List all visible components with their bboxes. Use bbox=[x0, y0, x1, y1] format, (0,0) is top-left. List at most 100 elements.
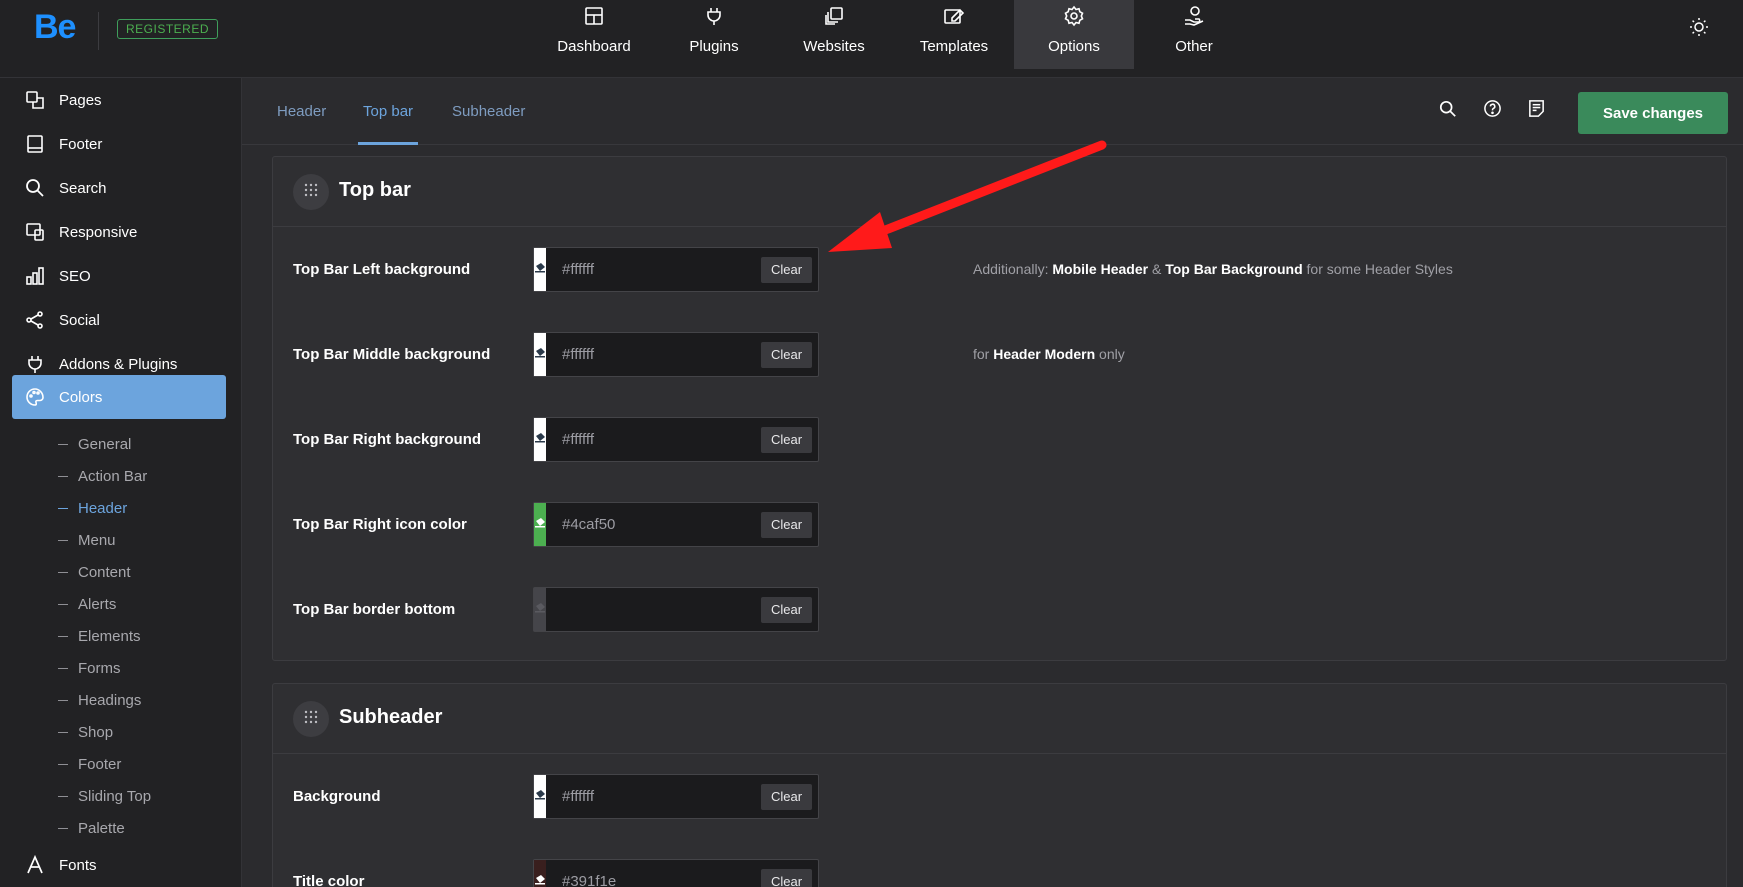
sidebar-subitem-footer[interactable]: Footer bbox=[58, 753, 121, 775]
nav-label: Templates bbox=[919, 38, 989, 55]
nav-plugins[interactable]: Plugins bbox=[654, 0, 774, 69]
tab-top-bar[interactable]: Top bar bbox=[357, 78, 419, 145]
dash bbox=[58, 507, 68, 509]
sidebar-item-label: Search bbox=[59, 179, 107, 197]
nav-label: Plugins bbox=[689, 38, 739, 55]
color-swatch[interactable] bbox=[534, 860, 546, 887]
color-swatch[interactable] bbox=[534, 775, 546, 818]
sidebar-subitem-content[interactable]: Content bbox=[58, 561, 131, 583]
sidebar-subitem-sliding-top[interactable]: Sliding Top bbox=[58, 785, 151, 807]
clear-button[interactable]: Clear bbox=[761, 596, 813, 623]
color-swatch[interactable] bbox=[534, 333, 546, 376]
hex-input[interactable] bbox=[546, 588, 761, 631]
logo[interactable]: Be bbox=[34, 8, 76, 47]
sidebar-subitem-forms[interactable]: Forms bbox=[58, 657, 121, 679]
color-picker-top-bar-left: Clear bbox=[533, 247, 819, 292]
nav-templates[interactable]: Templates bbox=[894, 0, 1014, 69]
search-icon bbox=[1439, 100, 1457, 123]
sidebar-subitem-elements[interactable]: Elements bbox=[58, 625, 141, 647]
color-swatch[interactable] bbox=[534, 588, 546, 631]
clear-button[interactable]: Clear bbox=[761, 426, 813, 453]
sidebar-item-search[interactable]: Search bbox=[12, 166, 226, 210]
nav-dashboard[interactable]: Dashboard bbox=[534, 0, 654, 69]
sidebar-item-colors[interactable]: Colors bbox=[12, 375, 226, 419]
font-icon bbox=[24, 854, 46, 876]
sidebar-subitem-headings[interactable]: Headings bbox=[58, 689, 141, 711]
hex-input[interactable] bbox=[546, 503, 761, 546]
sidebar-subitem-action-bar[interactable]: Action Bar bbox=[58, 465, 147, 487]
hex-input[interactable] bbox=[546, 418, 761, 461]
sidebar-subitem-shop[interactable]: Shop bbox=[58, 721, 113, 743]
grid-dots-icon bbox=[304, 183, 318, 202]
search-button[interactable] bbox=[1437, 100, 1459, 122]
search-icon bbox=[24, 177, 46, 199]
theme-toggle[interactable] bbox=[1686, 16, 1712, 42]
drag-handle[interactable] bbox=[293, 701, 329, 737]
notes-button[interactable] bbox=[1525, 100, 1547, 122]
sidebar-subitem-palette[interactable]: Palette bbox=[58, 817, 125, 839]
color-swatch[interactable] bbox=[534, 248, 546, 291]
subitem-label: Palette bbox=[78, 819, 125, 837]
dash bbox=[58, 635, 68, 637]
subitem-label: General bbox=[78, 435, 132, 453]
dash bbox=[58, 571, 68, 573]
sidebar-item-social[interactable]: Social bbox=[12, 298, 226, 342]
sidebar-item-label: Responsive bbox=[59, 223, 138, 241]
drag-handle[interactable] bbox=[293, 174, 329, 210]
gear-icon bbox=[1062, 4, 1086, 28]
nav-label: Other bbox=[1175, 38, 1213, 55]
sidebar-item-label: Fonts bbox=[59, 856, 97, 874]
sidebar-subitem-general[interactable]: General bbox=[58, 433, 131, 455]
hex-input[interactable] bbox=[546, 333, 761, 376]
dash bbox=[58, 603, 68, 605]
clear-button[interactable]: Clear bbox=[761, 868, 813, 887]
nav-websites[interactable]: Websites bbox=[774, 0, 894, 69]
nav-options[interactable]: Options bbox=[1014, 0, 1134, 69]
sidebar-subitem-menu[interactable]: Menu bbox=[58, 529, 116, 551]
divider bbox=[98, 12, 99, 50]
sidebar-item-seo[interactable]: SEO bbox=[12, 254, 226, 298]
other-icon bbox=[1182, 4, 1206, 28]
top-navigation: Be REGISTERED Dashboard Plugins Websites bbox=[0, 0, 1743, 78]
hex-input[interactable] bbox=[546, 775, 761, 818]
subitem-label: Content bbox=[78, 563, 131, 581]
sidebar-item-responsive[interactable]: Responsive bbox=[12, 210, 226, 254]
clear-button[interactable]: Clear bbox=[761, 341, 813, 368]
subitem-label: Forms bbox=[78, 659, 121, 677]
sun-icon bbox=[1689, 17, 1709, 42]
subitem-label: Sliding Top bbox=[78, 787, 152, 805]
save-changes-button[interactable]: Save changes bbox=[1578, 92, 1728, 134]
help-button[interactable] bbox=[1481, 100, 1503, 122]
paint-bucket-icon bbox=[534, 788, 546, 806]
color-picker-top-bar-right-icon: Clear bbox=[533, 502, 819, 547]
nav-other[interactable]: Other bbox=[1134, 0, 1254, 69]
paint-bucket-icon bbox=[534, 873, 546, 887]
dash bbox=[58, 443, 68, 445]
hex-input[interactable] bbox=[546, 248, 761, 291]
subitem-label: Menu bbox=[78, 531, 116, 549]
color-swatch[interactable] bbox=[534, 503, 546, 546]
clear-button[interactable]: Clear bbox=[761, 783, 813, 810]
sidebar-item-footer[interactable]: Footer bbox=[12, 122, 226, 166]
clear-button[interactable]: Clear bbox=[761, 511, 813, 538]
grid-dots-icon bbox=[304, 710, 318, 729]
sidebar-item-pages[interactable]: Pages bbox=[12, 78, 226, 122]
sidebar-item-label: Social bbox=[59, 311, 100, 329]
sidebar-item-label: Addons & Plugins bbox=[59, 355, 178, 373]
panel-subheader: Subheader Background Clear Title color C… bbox=[272, 683, 1727, 887]
hex-input[interactable] bbox=[546, 860, 761, 887]
sidebar-subitem-alerts[interactable]: Alerts bbox=[58, 593, 116, 615]
sidebar-item-fonts[interactable]: Fonts bbox=[12, 843, 226, 887]
paint-bucket-icon bbox=[534, 261, 546, 279]
sidebar-subitem-header[interactable]: Header bbox=[58, 497, 127, 519]
color-picker-top-bar-border-bottom: Clear bbox=[533, 587, 819, 632]
subitem-label: Footer bbox=[78, 755, 122, 773]
tab-subheader[interactable]: Subheader bbox=[452, 78, 525, 145]
subitem-label: Header bbox=[78, 499, 128, 517]
subitem-label: Action Bar bbox=[78, 467, 148, 485]
tab-header[interactable]: Header bbox=[277, 78, 326, 145]
help-icon bbox=[1483, 99, 1502, 123]
color-swatch[interactable] bbox=[534, 418, 546, 461]
dash bbox=[58, 475, 68, 477]
dash bbox=[58, 539, 68, 541]
